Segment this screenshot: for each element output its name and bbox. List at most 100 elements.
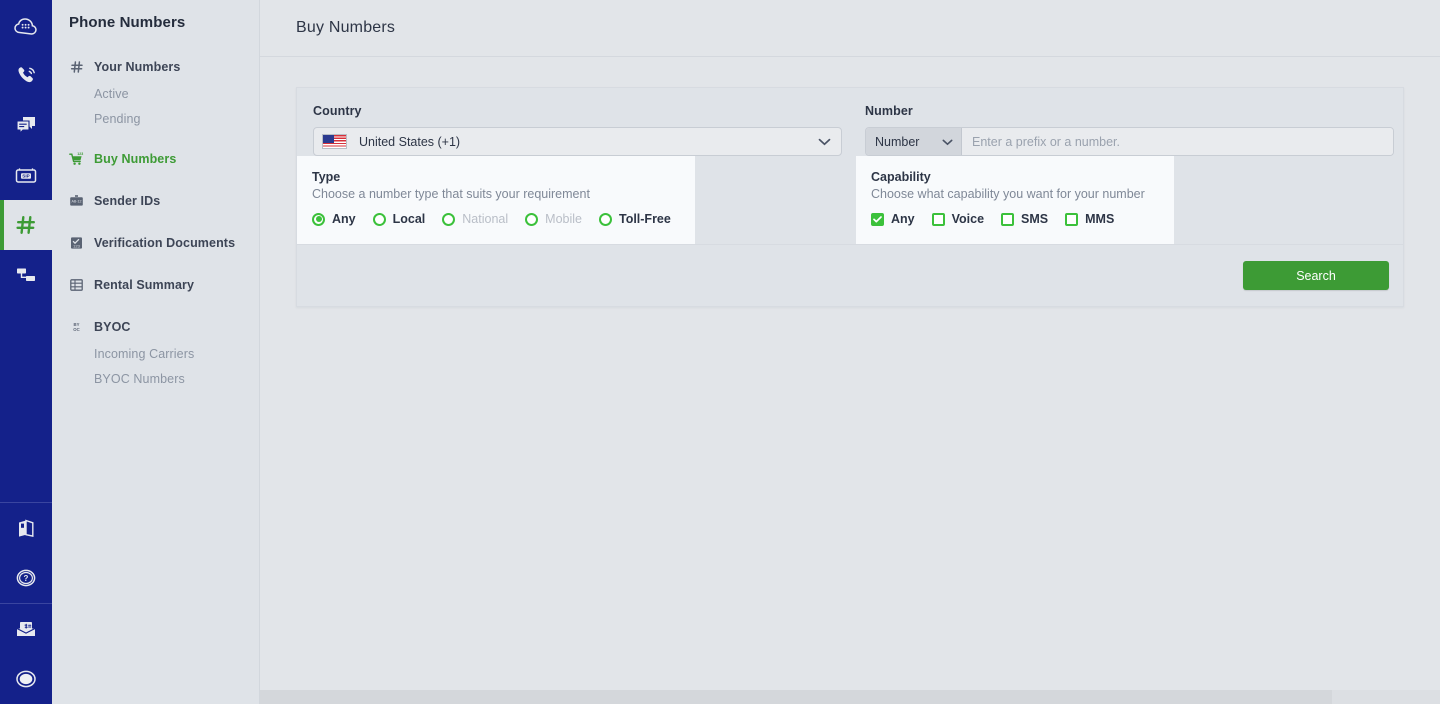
rail-item-sip[interactable]: SIP <box>0 150 52 200</box>
sidebar-item-your-numbers[interactable]: Your Numbers <box>52 53 259 81</box>
rail-item-docs[interactable] <box>0 503 52 553</box>
number-field-group: Number Number <box>857 88 1417 156</box>
sidebar-gap-3 <box>52 215 259 229</box>
number-search-input[interactable] <box>962 128 1393 155</box>
secondary-sidebar: Phone Numbers Your Numbers Active Pendin… <box>52 0 260 704</box>
sidebar-subitem-active[interactable]: Active <box>52 81 259 106</box>
sidebar-item-label: Your Numbers <box>94 60 180 74</box>
sidebar-item-verification-documents[interactable]: 123 Verification Documents <box>52 229 259 257</box>
rail-item-flows[interactable] <box>0 250 52 300</box>
sidebar-title: Phone Numbers <box>52 14 259 31</box>
hash-icon <box>15 214 37 236</box>
sidebar-gap-4 <box>52 257 259 271</box>
checkbox-icon[interactable] <box>1001 213 1014 226</box>
checkbox-icon[interactable] <box>932 213 945 226</box>
sidebar-item-label: Sender IDs <box>94 194 160 208</box>
country-select[interactable]: United States (+1) <box>313 127 842 156</box>
type-option-local[interactable]: Local <box>373 212 426 226</box>
app-root: SIP ? <box>0 0 1440 704</box>
capability-description: Choose what capability you want for your… <box>871 187 1154 201</box>
table-grid-icon <box>69 278 84 293</box>
sidebar-item-label: Buy Numbers <box>94 152 176 166</box>
sip-card-icon: SIP <box>14 166 38 185</box>
panel-spacer-left <box>695 156 856 244</box>
rail-item-phone-numbers[interactable] <box>0 200 52 250</box>
svg-text:123: 123 <box>77 152 83 156</box>
sidebar-item-byoc[interactable]: BYOC BYOC <box>52 313 259 341</box>
capability-option-any[interactable]: Any <box>871 212 915 226</box>
radio-icon[interactable] <box>373 213 386 226</box>
rail-item-cloud[interactable] <box>0 0 52 50</box>
phone-waves-icon <box>15 64 38 86</box>
type-option-any[interactable]: Any <box>312 212 356 226</box>
svg-text:SIP: SIP <box>22 173 29 178</box>
country-selected-value: United States (+1) <box>359 135 460 149</box>
sidebar-item-rental-summary[interactable]: Rental Summary <box>52 271 259 299</box>
fields-row: Country United States (+1) <box>297 88 1403 156</box>
rail-item-messaging[interactable] <box>0 100 52 150</box>
capability-option-label: Voice <box>952 212 984 226</box>
rail-help-group: ? <box>0 503 52 603</box>
panel-spacer-right <box>1174 156 1403 244</box>
checkbox-icon[interactable] <box>871 213 884 226</box>
search-filters-card: Country United States (+1) <box>296 87 1404 307</box>
type-option-toll-free[interactable]: Toll-Free <box>599 212 671 226</box>
type-option-label: Toll-Free <box>619 212 671 226</box>
cart-123-icon: 123 <box>69 152 84 167</box>
sidebar-subitem-pending[interactable]: Pending <box>52 106 259 131</box>
type-option-national: National <box>442 212 508 226</box>
scrollbar-thumb[interactable] <box>260 690 1332 704</box>
rail-item-account[interactable] <box>0 654 52 704</box>
sidebar-subitem-incoming-carriers[interactable]: Incoming Carriers <box>52 341 259 366</box>
us-flag-icon <box>322 134 347 149</box>
main-content: Buy Numbers Country United States (+1) <box>260 0 1440 704</box>
search-button[interactable]: Search <box>1243 261 1389 290</box>
doc-123-icon: 123 <box>69 236 84 251</box>
chat-bubbles-icon <box>15 115 38 135</box>
svg-text:?: ? <box>24 574 29 583</box>
svg-text:OC: OC <box>73 327 79 332</box>
type-option-mobile: Mobile <box>525 212 582 226</box>
number-label: Number <box>865 104 1393 118</box>
rail-item-help[interactable]: ? <box>0 553 52 603</box>
checkbox-icon[interactable] <box>1065 213 1078 226</box>
card-footer: Search <box>297 244 1403 306</box>
sidebar-item-buy-numbers[interactable]: 123 Buy Numbers <box>52 145 259 173</box>
sidebar-item-label: Verification Documents <box>94 236 235 250</box>
sidebar-gap-5 <box>52 299 259 313</box>
sidebar-item-sender-ids[interactable]: AB-12 Sender IDs <box>52 187 259 215</box>
type-description: Choose a number type that suits your req… <box>312 187 675 201</box>
number-mode-select[interactable]: Number <box>866 128 962 155</box>
radio-icon <box>442 213 455 226</box>
sidebar-item-label: Rental Summary <box>94 278 194 292</box>
rail-item-voice[interactable] <box>0 50 52 100</box>
capability-option-voice[interactable]: Voice <box>932 212 984 226</box>
sidebar-subitem-byoc-numbers[interactable]: BYOC Numbers <box>52 366 259 391</box>
type-option-label: Local <box>393 212 426 226</box>
type-option-label: National <box>462 212 508 226</box>
country-label: Country <box>313 104 833 118</box>
capability-title: Capability <box>871 170 1154 184</box>
billing-envelope-icon <box>14 619 38 639</box>
chevron-down-icon <box>818 133 831 151</box>
account-circle-icon <box>14 668 38 690</box>
rail-top-group: SIP <box>0 0 52 300</box>
question-circle-icon: ? <box>15 567 37 589</box>
horizontal-scrollbar[interactable] <box>260 690 1440 704</box>
type-panel: Type Choose a number type that suits you… <box>297 156 695 244</box>
rail-item-billing[interactable] <box>0 604 52 654</box>
country-field-group: Country United States (+1) <box>297 88 857 156</box>
number-input-group: Number <box>865 127 1394 156</box>
svg-text:123: 123 <box>73 243 80 248</box>
primary-icon-rail: SIP ? <box>0 0 52 704</box>
svg-text:AB-12: AB-12 <box>72 200 82 204</box>
radio-icon[interactable] <box>599 213 612 226</box>
capability-option-label: Any <box>891 212 915 226</box>
capability-option-mms[interactable]: MMS <box>1065 212 1114 226</box>
sidebar-gap-2 <box>52 173 259 187</box>
capability-option-sms[interactable]: SMS <box>1001 212 1048 226</box>
radio-icon[interactable] <box>312 213 325 226</box>
book-icon <box>15 517 37 539</box>
sidebar-gap-1 <box>52 131 259 145</box>
rail-spacer <box>0 300 52 502</box>
